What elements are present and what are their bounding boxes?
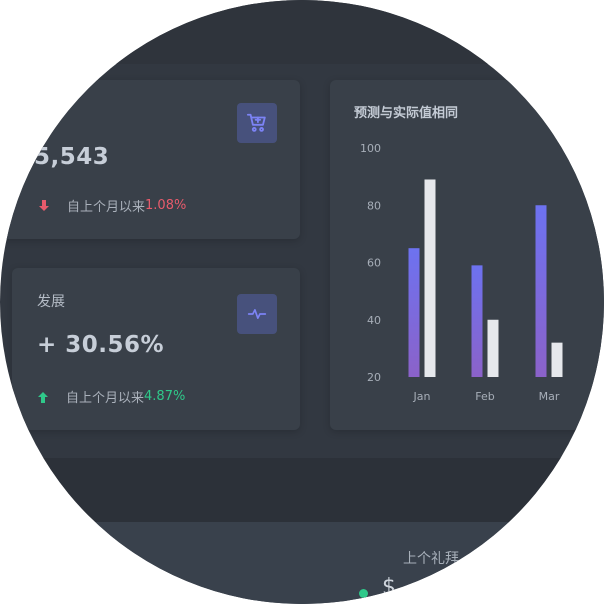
growth-title: 发展	[37, 294, 65, 310]
y-tick-label: 60	[367, 257, 381, 270]
cart-icon[interactable]	[237, 103, 277, 143]
actual-bar-mar	[551, 342, 563, 377]
arrow-down-icon	[39, 199, 49, 211]
x-tick-label-mar: Mar	[539, 390, 560, 403]
dashboard-viewport: 5,543 自上个月以来 1.08% 发展 + 30.56% 自上个月以来 4.…	[0, 0, 604, 604]
x-tick-label-feb: Feb	[475, 390, 494, 403]
growth-trend-value: 4.87%	[144, 389, 186, 404]
actual-bar-jan	[424, 179, 436, 377]
sales-card: 5,543 自上个月以来 1.08%	[0, 80, 300, 239]
actual-bar-feb	[487, 319, 499, 377]
status-dot	[359, 589, 368, 598]
dashboard-page: 5,543 自上个月以来 1.08% 发展 + 30.56% 自上个月以来 4.…	[0, 0, 604, 604]
forecast-bar-mar	[535, 205, 547, 377]
bottom-panel	[0, 522, 604, 604]
forecast-bar-feb	[471, 265, 483, 377]
forecast-bar-jan	[408, 248, 420, 377]
sales-trend: 自上个月以来 1.08%	[38, 196, 186, 215]
chart-card: 预测与实际值相同 100 80 60 40 20 Jan Feb Mar	[330, 80, 604, 430]
growth-trend: 自上个月以来 4.87%	[37, 387, 185, 406]
mid-band	[0, 458, 604, 522]
x-tick-label-jan: Jan	[413, 390, 431, 403]
growth-trend-label: 自上个月以来	[66, 391, 145, 406]
growth-card: 发展 + 30.56% 自上个月以来 4.87%	[12, 268, 300, 430]
arrow-up-icon	[38, 391, 48, 403]
growth-value: + 30.56%	[37, 332, 165, 358]
sales-trend-value: 1.08%	[145, 198, 187, 213]
bar-chart: 100 80 60 40 20 Jan Feb Mar	[360, 142, 563, 403]
sales-value: 5,543	[34, 144, 110, 170]
y-tick-label: 40	[367, 314, 381, 327]
y-tick-label: 20	[367, 371, 381, 384]
y-tick-label: 80	[367, 199, 381, 212]
top-band	[0, 0, 604, 64]
sales-trend-label: 自上个月以来	[67, 200, 146, 215]
pulse-icon[interactable]	[237, 294, 277, 334]
y-tick-label: 100	[360, 142, 381, 155]
bottom-panel-label: 上个礼拜	[403, 551, 459, 567]
dollar-icon: $	[382, 575, 396, 600]
